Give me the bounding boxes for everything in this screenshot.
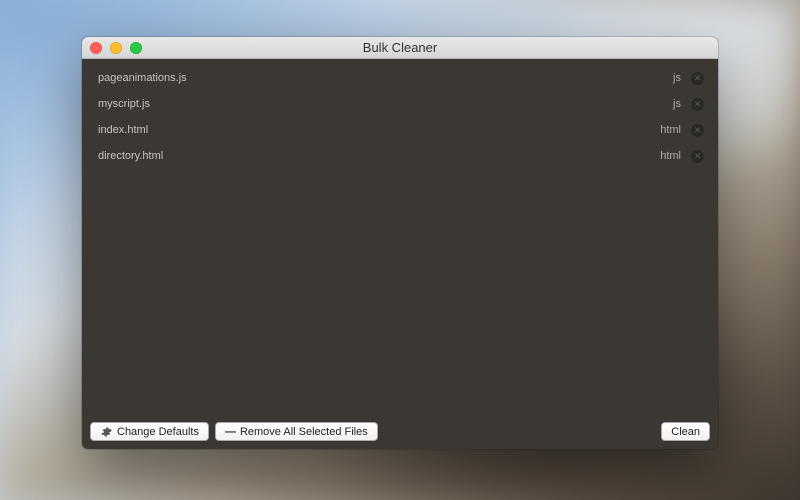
close-icon[interactable] xyxy=(90,42,102,54)
file-ext-badge: html xyxy=(660,124,681,136)
file-list: pageanimations.jsjs✕myscript.jsjs✕index.… xyxy=(82,59,718,415)
file-ext-badge: js xyxy=(673,98,681,110)
file-ext-badge: js xyxy=(673,72,681,84)
clean-label: Clean xyxy=(671,426,700,438)
minus-icon: — xyxy=(225,426,235,438)
file-row[interactable]: directory.htmlhtml ✕ xyxy=(90,143,710,169)
remove-file-icon[interactable]: ✕ xyxy=(691,150,704,163)
minimize-icon[interactable] xyxy=(110,42,122,54)
file-name: directory.html xyxy=(98,150,660,162)
file-name: pageanimations.js xyxy=(98,72,673,84)
file-ext-badge: html xyxy=(660,150,681,162)
file-name: myscript.js xyxy=(98,98,673,110)
file-row[interactable]: index.htmlhtml ✕ xyxy=(90,117,710,143)
file-row[interactable]: pageanimations.jsjs ✕ xyxy=(90,65,710,91)
footer-toolbar: Change Defaults — Remove All Selected Fi… xyxy=(82,415,718,449)
gear-icon xyxy=(100,426,112,438)
app-window: Bulk Cleaner pageanimations.jsjs✕myscrip… xyxy=(82,37,718,449)
change-defaults-label: Change Defaults xyxy=(117,426,199,438)
remove-file-icon[interactable]: ✕ xyxy=(691,98,704,111)
remove-file-icon[interactable]: ✕ xyxy=(691,72,704,85)
clean-button[interactable]: Clean xyxy=(661,422,710,441)
titlebar[interactable]: Bulk Cleaner xyxy=(82,37,718,59)
remove-all-label: Remove All Selected Files xyxy=(240,426,368,438)
file-name: index.html xyxy=(98,124,660,136)
zoom-icon[interactable] xyxy=(130,42,142,54)
traffic-lights xyxy=(82,42,142,54)
remove-file-icon[interactable]: ✕ xyxy=(691,124,704,137)
remove-all-button[interactable]: — Remove All Selected Files xyxy=(215,422,378,441)
window-title: Bulk Cleaner xyxy=(82,40,718,55)
file-row[interactable]: myscript.jsjs ✕ xyxy=(90,91,710,117)
change-defaults-button[interactable]: Change Defaults xyxy=(90,422,209,441)
